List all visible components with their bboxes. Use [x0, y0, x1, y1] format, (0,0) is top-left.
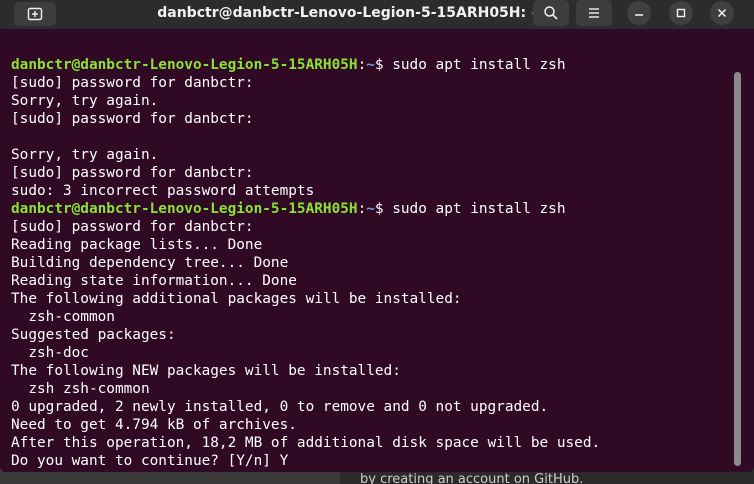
terminal-window[interactable]: danbctr@danbctr-Lenovo-Legion-5-15ARH05H… [0, 0, 754, 472]
terminal-line: Reading package lists... Done [11, 237, 263, 253]
background-text-snippet: by creating an account on GitHub. [360, 472, 584, 484]
terminal-line: Reading state information... Done [11, 273, 297, 289]
terminal-line: Need to get 4.794 kB of archives. [11, 417, 297, 433]
terminal-scrollbar[interactable] [734, 72, 741, 466]
terminal-line: 0 upgraded, 2 newly installed, 0 to remo… [11, 399, 549, 415]
new-tab-icon [27, 6, 43, 22]
prompt-user-host: danbctr@danbctr-Lenovo-Legion-5-15ARH05H [11, 57, 358, 73]
maximize-button[interactable] [669, 1, 693, 25]
minimize-icon [633, 7, 645, 19]
terminal-line: Suggested packages: [11, 327, 176, 343]
prompt-symbol: $ [374, 57, 393, 73]
terminal-line: zsh zsh-common [11, 381, 150, 397]
prompt-user-host: danbctr@danbctr-Lenovo-Legion-5-15ARH05H [11, 201, 358, 217]
title-bar[interactable]: danbctr@danbctr-Lenovo-Legion-5-15ARH05H… [0, 0, 754, 29]
terminal-line: Sorry, try again. [11, 147, 159, 163]
window-title: danbctr@danbctr-Lenovo-Legion-5-15ARH05H… [157, 5, 543, 21]
terminal-output-area[interactable]: danbctr@danbctr-Lenovo-Legion-5-15ARH05H… [0, 29, 740, 472]
hamburger-menu-icon [587, 6, 601, 20]
minimize-button[interactable] [627, 1, 651, 25]
terminal-line: zsh-common [11, 309, 115, 325]
terminal-line: sudo: 3 incorrect password attempts [11, 183, 315, 199]
terminal-line: The following NEW packages will be insta… [11, 363, 401, 379]
prompt-symbol: $ [374, 201, 393, 217]
maximize-icon [675, 7, 687, 19]
close-button[interactable] [710, 1, 734, 25]
close-icon [716, 7, 728, 19]
prompt-separator: : [357, 201, 367, 217]
terminal-line: Building dependency tree... Done [11, 255, 289, 271]
terminal-line: Sorry, try again. [11, 93, 159, 109]
terminal-line: [sudo] password for danbctr: [11, 219, 254, 235]
terminal-line: zsh-doc [11, 345, 89, 361]
prompt-command: sudo apt install zsh [392, 201, 566, 217]
terminal-line: Do you want to continue? [Y/n] Y [11, 453, 289, 469]
prompt-path: ~ [366, 57, 375, 73]
prompt-command: sudo apt install zsh [392, 57, 566, 73]
terminal-line: After this operation, 18,2 MB of additio… [11, 435, 601, 451]
terminal-line: [sudo] password for danbctr: [11, 75, 254, 91]
prompt-path: ~ [366, 201, 375, 217]
terminal-line: [sudo] password for danbctr: [11, 111, 254, 127]
terminal-line-prompt: danbctr@danbctr-Lenovo-Legion-5-15ARH05H… [11, 200, 566, 218]
terminal-line-prompt: danbctr@danbctr-Lenovo-Legion-5-15ARH05H… [11, 56, 566, 74]
terminal-line: [sudo] password for danbctr: [11, 165, 254, 181]
menu-button[interactable] [576, 0, 612, 26]
new-tab-button[interactable] [14, 2, 56, 26]
search-icon [543, 5, 559, 21]
prompt-separator: : [357, 57, 367, 73]
terminal-line: The following additional packages will b… [11, 291, 462, 307]
search-button[interactable] [533, 0, 569, 26]
